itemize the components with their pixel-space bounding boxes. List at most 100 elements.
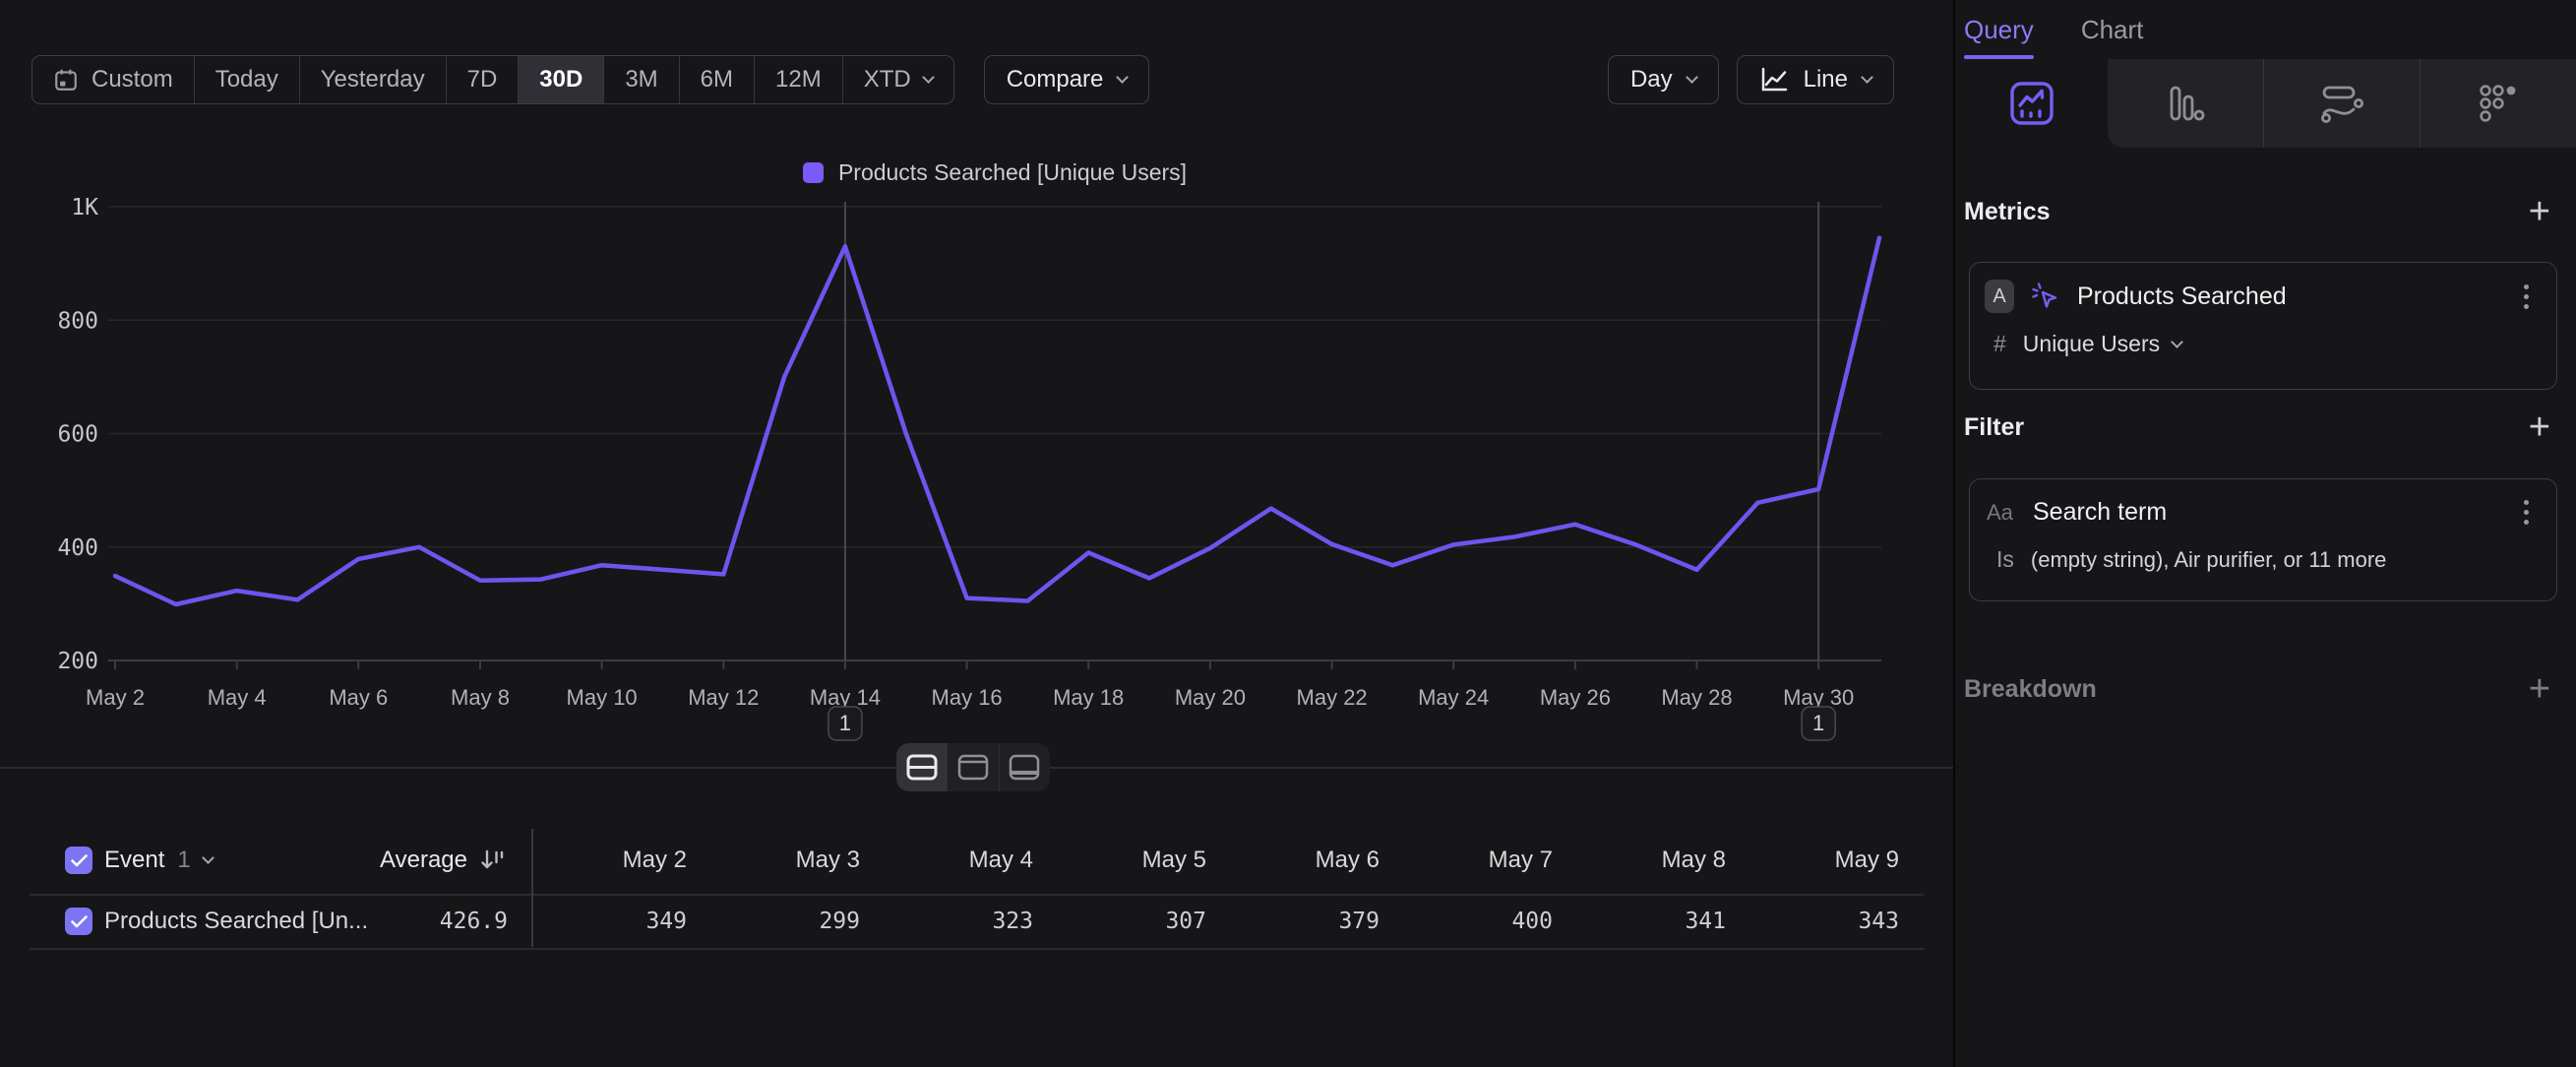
column-header[interactable]: May 3 — [796, 827, 860, 894]
chevron-down-icon — [202, 851, 215, 864]
svg-text:1: 1 — [1812, 711, 1824, 735]
svg-text:May 20: May 20 — [1175, 685, 1246, 710]
table-header-row: Event 1 Average May 2 May 3 May 4 May 5 … — [0, 827, 1953, 894]
row-value: 341 — [1685, 895, 1726, 948]
filter-card[interactable]: Aa Search term Is (empty string), Air pu… — [1969, 478, 2557, 601]
column-header[interactable]: May 2 — [623, 827, 687, 894]
svg-text:May 28: May 28 — [1661, 685, 1732, 710]
metric-name[interactable]: Products Searched — [2077, 282, 2287, 311]
table-view-icon — [1009, 754, 1040, 781]
svg-text:May 10: May 10 — [567, 685, 638, 710]
svg-text:May 8: May 8 — [451, 685, 510, 710]
row-checkbox[interactable] — [65, 908, 92, 935]
column-header[interactable]: May 8 — [1662, 827, 1726, 894]
column-header[interactable]: May 9 — [1835, 827, 1899, 894]
chevron-down-icon — [2171, 336, 2183, 348]
row-series-name: Products Searched [Un... — [104, 895, 368, 948]
table-row: Products Searched [Un... 426.9 349 299 3… — [0, 895, 1953, 948]
funnels-icon — [2166, 84, 2205, 123]
metric-card[interactable]: A Products Searched # Unique Users — [1969, 262, 2557, 390]
column-header[interactable]: May 7 — [1489, 827, 1553, 894]
series-line — [115, 238, 1879, 604]
svg-text:May 6: May 6 — [329, 685, 388, 710]
filter-condition-row: Is (empty string), Air purifier, or 11 m… — [1970, 529, 2556, 573]
row-value: 299 — [819, 895, 860, 948]
svg-text:May 24: May 24 — [1418, 685, 1489, 710]
column-header[interactable]: May 4 — [969, 827, 1033, 894]
table-column-divider — [531, 829, 533, 947]
svg-text:1: 1 — [839, 711, 851, 735]
check-icon — [71, 854, 88, 867]
metric-aggregation-row: # Unique Users — [1970, 313, 2556, 357]
row-average-value: 426.9 — [440, 895, 508, 948]
breakdown-heading: Breakdown + — [1964, 671, 2550, 707]
row-value: 323 — [992, 895, 1033, 948]
svg-text:May 16: May 16 — [932, 685, 1003, 710]
row-value: 343 — [1858, 895, 1899, 948]
report-type-strip — [2108, 59, 2576, 148]
chart-view-button[interactable] — [948, 743, 999, 791]
row-value: 349 — [645, 895, 687, 948]
tab-insights[interactable] — [1955, 59, 2108, 148]
column-header[interactable]: May 5 — [1142, 827, 1206, 894]
filter-heading: Filter + — [1964, 409, 2550, 445]
insights-icon — [2009, 81, 2055, 126]
svg-text:May 12: May 12 — [688, 685, 759, 710]
table-view-button[interactable] — [1000, 743, 1050, 791]
sort-icon — [479, 847, 505, 873]
filter-value[interactable]: (empty string), Air purifier, or 11 more — [2031, 547, 2387, 573]
annotation-badge[interactable]: 1 — [828, 707, 862, 740]
tab-chart[interactable]: Chart — [2081, 0, 2144, 59]
string-property-icon: Aa — [1987, 500, 2016, 526]
check-icon — [71, 915, 88, 928]
svg-text:May 2: May 2 — [86, 685, 145, 710]
svg-text:800: 800 — [57, 308, 98, 334]
add-filter-button[interactable]: + — [2529, 408, 2550, 446]
filter-operator[interactable]: Is — [1996, 546, 2014, 573]
table-divider — [30, 948, 1924, 950]
row-value: 379 — [1338, 895, 1380, 948]
add-breakdown-button[interactable]: + — [2529, 670, 2550, 708]
query-sidebar: Query Chart — [1955, 0, 2576, 1067]
tab-query[interactable]: Query — [1964, 0, 2034, 59]
split-view-icon — [906, 754, 938, 781]
event-pointer-icon — [2031, 282, 2060, 311]
select-all-checkbox[interactable] — [65, 847, 92, 874]
filter-property-name[interactable]: Search term — [2033, 498, 2167, 527]
svg-text:May 18: May 18 — [1053, 685, 1124, 710]
report-type-tabs — [1955, 59, 2576, 148]
tab-flows[interactable] — [2263, 59, 2420, 148]
split-view-button[interactable] — [896, 743, 948, 791]
svg-text:May 4: May 4 — [208, 685, 267, 710]
insights-report: Custom Today Yesterday 7D 30D 3M 6M 12M … — [0, 0, 2576, 1067]
column-header[interactable]: May 6 — [1316, 827, 1380, 894]
metric-card-row: A Products Searched — [1970, 263, 2556, 313]
aggregation-dropdown[interactable]: Unique Users — [2023, 331, 2181, 357]
main-panel: Custom Today Yesterday 7D 30D 3M 6M 12M … — [0, 0, 1953, 1067]
filter-card-row: Aa Search term — [1970, 479, 2556, 529]
layout-toggle — [896, 743, 1050, 791]
svg-text:600: 600 — [57, 422, 98, 448]
row-value: 400 — [1511, 895, 1553, 948]
average-column-header[interactable]: Average — [380, 827, 505, 894]
tab-funnels[interactable] — [2108, 59, 2263, 148]
retention-icon — [2478, 83, 2519, 124]
flows-icon — [2320, 84, 2363, 123]
add-metric-button[interactable]: + — [2529, 193, 2550, 230]
line-chart[interactable]: 1K 800 600 400 200 May 2 May 4 May 6 May 8 May 10… — [0, 0, 1953, 768]
svg-text:May 22: May 22 — [1297, 685, 1368, 710]
svg-text:200: 200 — [57, 649, 98, 674]
sidebar-tabs: Query Chart — [1955, 0, 2576, 59]
svg-text:400: 400 — [57, 535, 98, 561]
series-letter-badge: A — [1985, 280, 2014, 313]
event-dropdown[interactable]: Event 1 — [104, 827, 213, 894]
svg-text:1K: 1K — [71, 195, 98, 220]
metric-options-button[interactable] — [2518, 281, 2535, 313]
tab-retention[interactable] — [2420, 59, 2576, 148]
annotation-badge[interactable]: 1 — [1802, 707, 1835, 740]
metrics-heading: Metrics + — [1964, 194, 2550, 229]
row-value: 307 — [1165, 895, 1206, 948]
chart-view-icon — [957, 754, 989, 781]
event-label: Event — [104, 847, 164, 874]
filter-options-button[interactable] — [2518, 496, 2535, 529]
